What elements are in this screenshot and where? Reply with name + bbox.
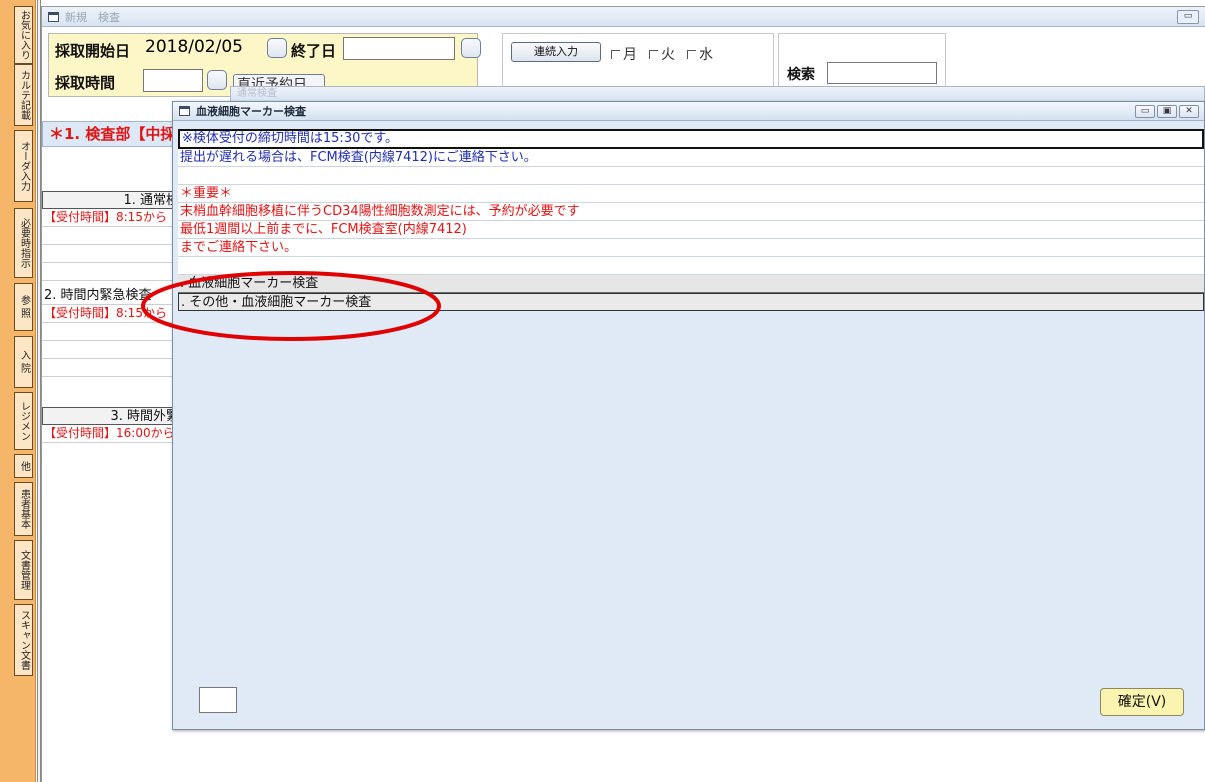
background-window-titlebar: 通常検査 bbox=[230, 86, 1205, 102]
sidebar-tab[interactable]: 入 院 bbox=[14, 336, 33, 388]
time-picker-button[interactable] bbox=[207, 70, 227, 90]
list-item[interactable]: 【受付時間】16:00から bbox=[42, 425, 182, 443]
list-item[interactable] bbox=[42, 341, 182, 359]
sidebar-tab-label: オーダ入力 bbox=[18, 141, 30, 191]
message-row: 末梢血幹細胞移植に伴うCD34陽性細胞数測定には、予約が必要です bbox=[178, 203, 1204, 221]
message-row bbox=[178, 167, 1204, 185]
exam-item[interactable]: . 血液細胞マーカー検査 bbox=[178, 275, 1204, 293]
sidebar-tab-label: レジメン bbox=[18, 401, 30, 441]
message-row: 提出が遅れる場合は、FCM検査(内線7412)にご連絡下さい。 bbox=[178, 149, 1204, 167]
window-icon bbox=[179, 106, 190, 116]
minimize-button[interactable]: ▭ bbox=[1135, 105, 1155, 118]
sidebar-tab[interactable]: スキャン文書 bbox=[14, 604, 33, 676]
dialog-titlebar: 血液細胞マーカー検査 bbox=[173, 102, 1204, 121]
weekday-checkbox-wed[interactable]: 水 bbox=[687, 44, 713, 64]
end-date-picker-button[interactable] bbox=[461, 38, 481, 58]
end-date-label: 終了日 bbox=[291, 42, 337, 60]
checkbox-icon bbox=[611, 49, 620, 59]
list-item[interactable]: 【受付時間】8:15から bbox=[42, 209, 182, 227]
sidebar-tabs: お気に入りカルテ記載オーダ入力必要時指示参 照入 院レジメン他患者基本文書管理ス… bbox=[0, 0, 36, 782]
sidebar-tab[interactable]: オーダ入力 bbox=[14, 130, 33, 202]
sidebar-tab-label: カルテ記載 bbox=[18, 70, 30, 120]
window-icon bbox=[48, 11, 59, 22]
close-button[interactable]: ✕ bbox=[1179, 105, 1199, 118]
message-row: までご連絡下さい。 bbox=[178, 239, 1204, 257]
start-date-label: 採取開始日 bbox=[55, 42, 131, 60]
sidebar-tab[interactable]: レジメン bbox=[14, 392, 33, 450]
minimize-button[interactable]: ▭ bbox=[1177, 10, 1199, 24]
start-date-input[interactable]: 2018/02/05 bbox=[143, 37, 263, 60]
message-row: ＊重要＊ bbox=[178, 185, 1204, 203]
time-input[interactable] bbox=[143, 69, 203, 92]
sidebar-tab[interactable]: お気に入り bbox=[14, 6, 33, 64]
message-row bbox=[178, 257, 1204, 275]
checkbox-icon bbox=[687, 49, 696, 59]
sidebar-tab[interactable]: 文書管理 bbox=[14, 540, 33, 600]
end-date-input[interactable] bbox=[343, 37, 455, 60]
list-item[interactable] bbox=[42, 263, 182, 281]
list-item[interactable] bbox=[42, 359, 182, 377]
weekday-checkbox-tue[interactable]: 火 bbox=[649, 44, 675, 64]
sidebar-tab-label: お気に入り bbox=[18, 10, 30, 60]
list-item[interactable]: 【受付時間】8:15から bbox=[42, 305, 182, 323]
sidebar-tab-label: 他 bbox=[18, 461, 30, 471]
exam-item[interactable]: . その他・血液細胞マーカー検査 bbox=[178, 293, 1204, 311]
time-label: 採取時間 bbox=[55, 74, 116, 92]
blood-marker-dialog: 血液細胞マーカー検査 ▭ ▣ ✕ ※検体受付の締切時間は15:30です。 提出が遅… bbox=[172, 101, 1205, 730]
search-label: 検索 bbox=[787, 67, 815, 83]
list-item[interactable] bbox=[42, 245, 182, 263]
dialog-window-controls: ▭ ▣ ✕ bbox=[1135, 105, 1199, 118]
sidebar-tab-label: スキャン文書 bbox=[18, 610, 30, 670]
continuous-input-button[interactable]: 連続入力 bbox=[511, 42, 601, 62]
list-item[interactable] bbox=[42, 323, 182, 341]
main-window-titlebar: 新規 検査 ▭ bbox=[42, 7, 1205, 27]
start-date-picker-button[interactable] bbox=[267, 38, 287, 58]
list-item[interactable] bbox=[42, 227, 182, 245]
sidebar-tab-label: 参 照 bbox=[18, 295, 30, 319]
sidebar-tab-label: 入 院 bbox=[18, 350, 30, 374]
sidebar-tab[interactable]: 必要時指示 bbox=[14, 208, 33, 278]
restore-button[interactable]: ▣ bbox=[1157, 105, 1177, 118]
weekday-checkbox-mon[interactable]: 月 bbox=[611, 44, 637, 64]
dialog-footer: 確定(V) bbox=[173, 671, 1204, 729]
code-input[interactable] bbox=[199, 687, 237, 713]
list-item[interactable]: 3. 時間外緊 bbox=[42, 407, 182, 425]
confirm-button[interactable]: 確定(V) bbox=[1100, 688, 1184, 716]
sidebar-tab-label: 患者基本 bbox=[18, 489, 30, 529]
message-list: ※検体受付の締切時間は15:30です。 提出が遅れる場合は、FCM検査(内線741… bbox=[178, 129, 1204, 311]
list-item[interactable]: 2. 時間内緊急検査 bbox=[42, 287, 182, 305]
list-item[interactable]: 1. 通常検 bbox=[42, 191, 182, 209]
sidebar-tab-label: 文書管理 bbox=[18, 550, 30, 590]
message-row: 最低1週間以上前までに、FCM検査室(内線7412) bbox=[178, 221, 1204, 239]
search-input[interactable] bbox=[827, 62, 937, 84]
section-header: ＊1. 検査部【中採 bbox=[42, 121, 182, 147]
sidebar-tab[interactable]: カルテ記載 bbox=[14, 64, 33, 126]
sidebar-tab[interactable]: 参 照 bbox=[14, 283, 33, 331]
dialog-title: 血液細胞マーカー検査 bbox=[196, 105, 306, 118]
main-window-title: 新規 検査 bbox=[65, 10, 120, 24]
sidebar-tab[interactable]: 他 bbox=[14, 454, 33, 478]
checkbox-icon bbox=[649, 49, 658, 59]
sidebar-tab-label: 必要時指示 bbox=[18, 218, 30, 268]
message-row: ※検体受付の締切時間は15:30です。 bbox=[178, 129, 1204, 149]
sidebar-tab[interactable]: 患者基本 bbox=[14, 482, 33, 536]
